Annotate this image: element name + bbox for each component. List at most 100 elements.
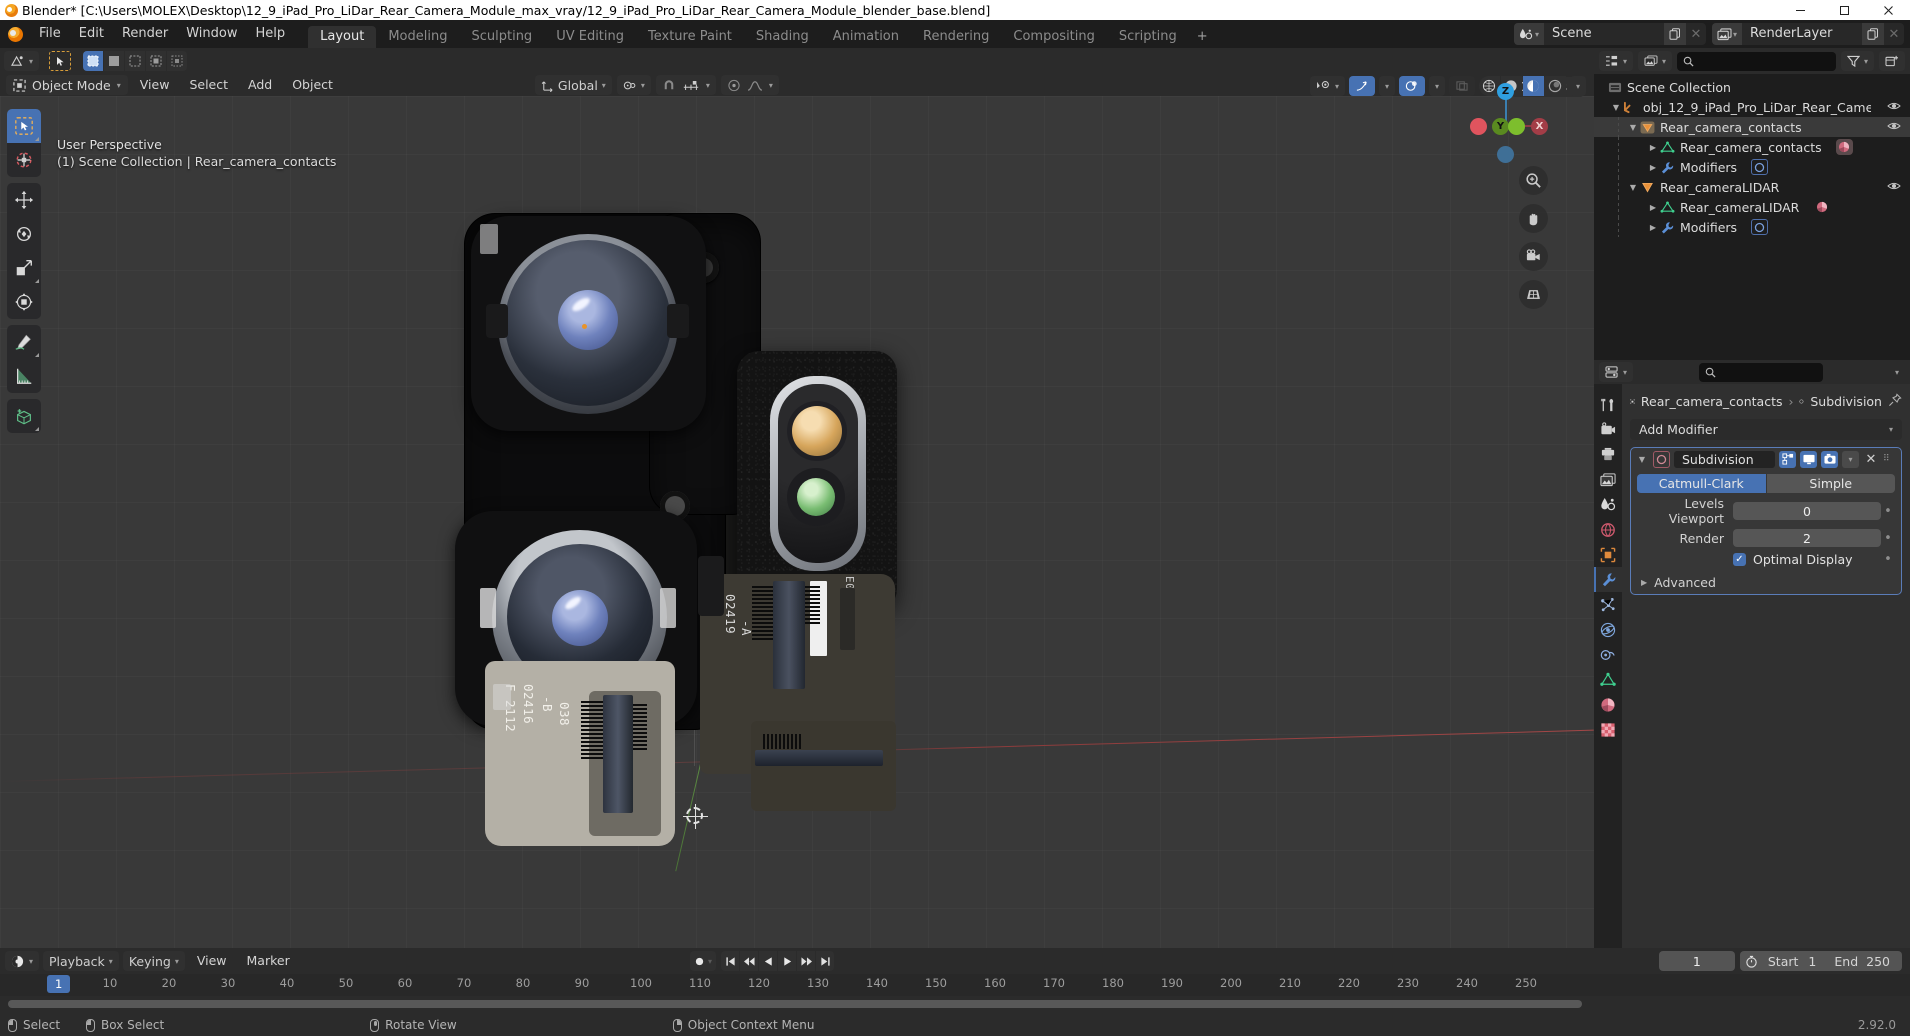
shading-rendered-button[interactable]	[1544, 76, 1566, 96]
expand-toggle[interactable]: ▶	[1646, 163, 1660, 172]
next-keyframe-icon[interactable]	[797, 951, 816, 971]
material-icon[interactable]	[1813, 199, 1830, 215]
current-frame-field[interactable]: 1	[1658, 951, 1735, 971]
simple-button[interactable]: Simple	[1766, 474, 1895, 493]
expand-toggle[interactable]: ▼	[1609, 103, 1623, 112]
select-invert-button[interactable]	[146, 51, 167, 71]
timeline-track-area[interactable]	[0, 996, 1910, 1014]
new-collection-icon[interactable]	[1879, 51, 1905, 71]
snapping-group[interactable]: ▾	[655, 75, 716, 95]
select-set-button[interactable]	[83, 51, 104, 71]
annotate-tool[interactable]	[7, 325, 41, 359]
blender-logo-icon[interactable]	[0, 20, 30, 48]
editor-type-selector[interactable]: ▾	[4, 51, 40, 71]
workspace-tab-scripting[interactable]: Scripting	[1107, 26, 1189, 48]
viewport-menu-select[interactable]: Select	[181, 75, 236, 95]
subdivision-icon[interactable]	[1751, 159, 1769, 175]
outliner-row-modifiers-1[interactable]: ▶ Modifiers	[1594, 157, 1910, 177]
toggle-perspective-icon[interactable]	[1519, 280, 1548, 309]
outliner-row-rear-camera-contacts-mesh[interactable]: ▶ Rear_camera_contacts	[1594, 137, 1910, 157]
menu-edit[interactable]: Edit	[70, 20, 113, 48]
scene-name[interactable]: Scene	[1544, 23, 1664, 45]
modifier-expand-toggle[interactable]: ▼	[1635, 455, 1649, 464]
outliner-editor[interactable]: ▾ ▾ ▾ Scene Collection ▼ obj_12_9_iPad_P…	[1594, 48, 1910, 360]
tool-tab[interactable]	[1594, 392, 1622, 417]
pin-icon[interactable]	[1888, 392, 1902, 410]
scene-tab[interactable]	[1594, 492, 1622, 517]
workspace-tab-layout[interactable]: Layout	[308, 26, 377, 48]
prev-keyframe-icon[interactable]	[740, 951, 759, 971]
shading-dropdown[interactable]: ▾	[1569, 76, 1586, 96]
add-cube-tool[interactable]	[7, 399, 41, 433]
select-subtract-button[interactable]	[125, 51, 146, 71]
view-layer-tab[interactable]	[1594, 467, 1622, 492]
expand-toggle[interactable]: ▶	[1646, 143, 1660, 152]
playback-menu[interactable]: Playback ▾	[43, 951, 119, 971]
subdivision-icon[interactable]	[1751, 219, 1769, 235]
maximize-button[interactable]	[1822, 0, 1866, 20]
expand-toggle[interactable]: ▼	[1626, 183, 1640, 192]
texture-tab[interactable]	[1594, 717, 1622, 742]
menu-window[interactable]: Window	[177, 20, 246, 48]
expand-toggle[interactable]: ▼	[1626, 123, 1640, 132]
advanced-section-toggle[interactable]: ▶ Advanced	[1641, 575, 1895, 590]
scale-tool[interactable]	[7, 251, 41, 285]
timeline-menu-view[interactable]: View	[189, 951, 235, 971]
render-levels-animate-dot[interactable]: •	[1881, 531, 1895, 546]
add-modifier-button[interactable]: Add Modifier ▾	[1630, 419, 1902, 440]
close-button[interactable]	[1866, 0, 1910, 20]
tweak-tool[interactable]	[7, 109, 41, 143]
optimal-display-checkbox[interactable]: ✓	[1733, 553, 1746, 566]
properties-options-dropdown[interactable]: ▾	[1889, 362, 1905, 382]
physics-tab[interactable]	[1594, 617, 1622, 642]
outliner-search-input[interactable]	[1677, 51, 1836, 71]
measure-tool[interactable]	[7, 359, 41, 393]
eye-icon[interactable]	[1887, 120, 1901, 135]
interaction-mode-selector[interactable]: Object Mode ▾	[6, 75, 128, 95]
breadcrumb-modifier[interactable]: Subdivision	[1810, 394, 1882, 409]
zoom-icon[interactable]	[1519, 166, 1548, 195]
outliner-row-obj-root[interactable]: ▼ obj_12_9_iPad_Pro_LiDar_Rear_Camera_Mo	[1594, 97, 1910, 117]
timeline-ruler[interactable]: 1 10 20 30 40 50 60 70 80 90 100 110 120…	[0, 974, 1910, 996]
remove-scene-button[interactable]: ✕	[1686, 23, 1706, 45]
select-intersect-button[interactable]	[167, 51, 188, 71]
start-frame-value[interactable]: 1	[1808, 954, 1830, 969]
timeline-menu-marker[interactable]: Marker	[239, 951, 298, 971]
modifier-tab[interactable]	[1594, 567, 1622, 592]
edit-mode-display-icon[interactable]	[1779, 450, 1796, 468]
rotate-tool[interactable]	[7, 217, 41, 251]
output-tab[interactable]	[1594, 442, 1622, 467]
gizmo-dropdown[interactable]: ▾	[1378, 76, 1395, 96]
viewport-menu-add[interactable]: Add	[240, 75, 280, 95]
workspace-tab-uv-editing[interactable]: UV Editing	[544, 26, 636, 48]
realtime-display-icon[interactable]	[1800, 450, 1817, 468]
3d-viewport[interactable]: 02419 -A E0 2112 02416 -B 038 ▾ Object M…	[0, 48, 1594, 996]
view-layer-name[interactable]: RenderLayer	[1742, 23, 1862, 45]
new-view-layer-button[interactable]	[1862, 23, 1884, 45]
select-extend-button[interactable]	[104, 51, 125, 71]
jump-start-icon[interactable]	[721, 951, 740, 971]
workspace-tab-sculpting[interactable]: Sculpting	[459, 26, 544, 48]
material-icon[interactable]	[1835, 139, 1853, 155]
camera-view-icon[interactable]	[1519, 242, 1548, 271]
object-tab[interactable]	[1594, 542, 1622, 567]
view-layer-selector[interactable]: ▾ RenderLayer ✕	[1712, 23, 1904, 45]
outliner-display-mode-icon[interactable]: ▾	[1638, 51, 1673, 71]
editor-type-icon[interactable]: ▾	[4, 51, 40, 71]
properties-search-input[interactable]	[1699, 362, 1823, 382]
outliner-row-scene-collection[interactable]: Scene Collection	[1594, 77, 1910, 97]
remove-view-layer-button[interactable]: ✕	[1884, 23, 1904, 45]
eye-icon[interactable]	[1887, 100, 1901, 115]
timeline-playhead[interactable]: 1	[47, 975, 71, 993]
minimize-button[interactable]	[1778, 0, 1822, 20]
timeline-horizontal-scrollbar[interactable]	[8, 1000, 1582, 1008]
play-reverse-icon[interactable]	[759, 951, 778, 971]
gizmo-toggle[interactable]	[1348, 76, 1375, 96]
catmull-clark-button[interactable]: Catmull-Clark	[1637, 474, 1766, 493]
use-preview-range-icon[interactable]	[1740, 955, 1764, 968]
levels-viewport-animate-dot[interactable]: •	[1881, 504, 1895, 519]
workspace-tab-texture-paint[interactable]: Texture Paint	[636, 26, 744, 48]
jump-end-icon[interactable]	[816, 951, 835, 971]
play-icon[interactable]	[778, 951, 797, 971]
menu-file[interactable]: File	[30, 20, 70, 48]
